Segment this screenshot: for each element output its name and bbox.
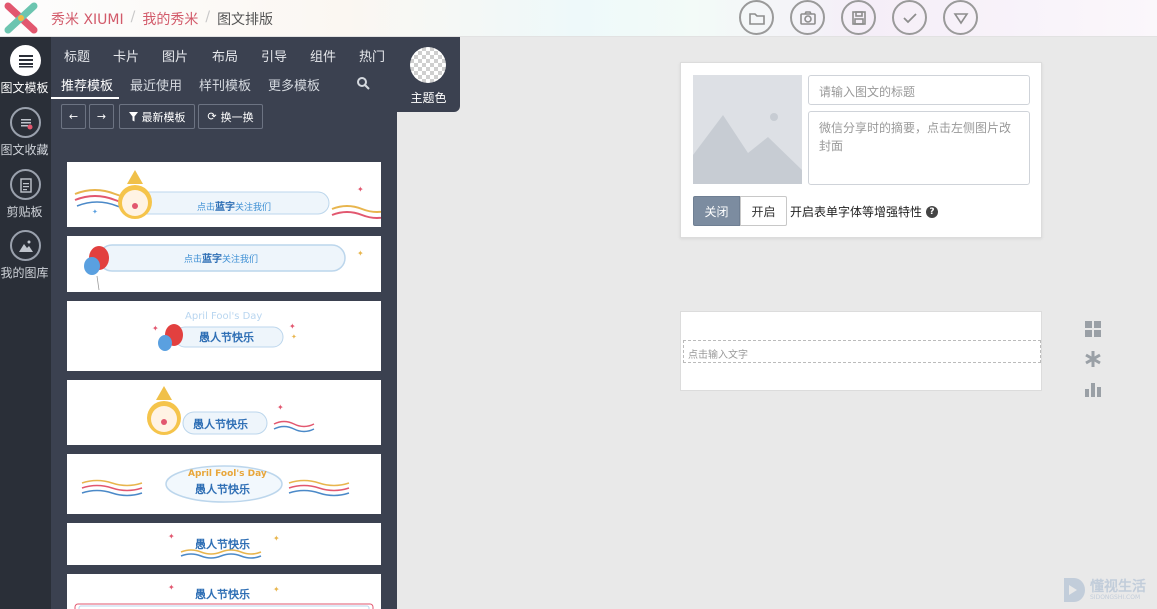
rail-label: 图文模板 (0, 81, 49, 95)
bar-chart-icon[interactable] (1084, 380, 1102, 410)
rail-item-templates[interactable]: 图文模板 (0, 45, 51, 96)
content-editor-card: 点击输入文字 (680, 311, 1042, 391)
summary-input[interactable]: 微信分享时的摘要，点击左侧图片改封面 (808, 111, 1030, 185)
svg-text:✦: ✦ (277, 403, 284, 412)
top-bar: 秀米 XIUMI / 我的秀米 / 图文排版 (0, 0, 1157, 37)
template-card[interactable]: April Fool's Day 愚人节快乐 (67, 454, 381, 514)
grid-icon[interactable] (1084, 320, 1102, 350)
template-card[interactable]: ✦ ✦ ✦ April Fool's Day 愚人节快乐 (67, 301, 381, 371)
tab-layout[interactable]: 布局 (212, 46, 238, 65)
breadcrumb-home[interactable]: 秀米 XIUMI (51, 9, 124, 29)
breadcrumb-my-xiumi[interactable]: 我的秀米 (142, 9, 198, 29)
svg-text:✦: ✦ (273, 585, 280, 594)
sub-tabs: 推荐模板 最近使用 样刊模板 更多模板 (51, 75, 397, 99)
watermark-logo-icon (1064, 578, 1085, 602)
article-meta-card: 请输入图文的标题 微信分享时的摘要，点击左侧图片改封面 关闭 开启 开启表单字体… (680, 62, 1042, 238)
svg-text:✦: ✦ (92, 208, 98, 216)
tab-title[interactable]: 标题 (64, 46, 90, 65)
asterisk-icon[interactable] (1084, 350, 1102, 380)
template-list: ✦ ✦ 点击蓝字关注我们 ✦ 点击蓝字关注我们 ✦ ✦ ✦ April Fool… (67, 162, 381, 609)
svg-text:✦: ✦ (357, 185, 364, 194)
refresh-icon: ⟳ (207, 110, 217, 123)
svg-text:✦: ✦ (273, 534, 280, 543)
breadcrumb: 秀米 XIUMI / 我的秀米 / 图文排版 (51, 9, 274, 29)
svg-text:✦: ✦ (289, 322, 296, 331)
dropdown-icon[interactable] (943, 0, 978, 35)
left-rail: 图文模板 图文收藏 剪贴板 我的图库 (0, 37, 51, 609)
swap-button[interactable]: ⟳ 换一换 (198, 104, 263, 129)
camera-icon[interactable] (790, 0, 825, 35)
transparent-swatch-icon (410, 47, 446, 83)
tab-recommended[interactable]: 推荐模板 (61, 75, 113, 94)
rail-label: 剪贴板 (6, 205, 43, 219)
template-panel: 标题 卡片 图片 布局 引导 组件 热门 推荐模板 最近使用 样刊模板 更多模板… (51, 37, 397, 609)
latest-templates-button[interactable]: 最新模板 (119, 104, 195, 129)
rail-item-gallery[interactable]: 我的图库 (0, 230, 51, 281)
rail-label: 图文收藏 (0, 143, 49, 157)
search-icon[interactable] (356, 76, 370, 93)
svg-text:✦: ✦ (291, 333, 297, 341)
template-card[interactable]: ✦ ✦ 点击蓝字关注我们 (67, 162, 381, 227)
theme-label: 主题色 (410, 91, 447, 105)
watermark: 懂视生活 SIDONGSHI.COM (1062, 576, 1146, 604)
folder-icon[interactable] (739, 0, 774, 35)
tab-guide[interactable]: 引导 (261, 46, 287, 65)
enhanced-feature-label: 开启表单字体等增强特性 ? (790, 203, 939, 220)
save-icon[interactable] (841, 0, 876, 35)
prev-button[interactable]: ← (61, 104, 86, 129)
tab-component[interactable]: 组件 (310, 46, 336, 65)
toggle-on-button[interactable]: 开启 (740, 196, 787, 226)
help-icon[interactable]: ? (926, 205, 939, 218)
text-input-area[interactable]: 点击输入文字 (683, 340, 1041, 363)
tab-image[interactable]: 图片 (162, 46, 188, 65)
rail-item-clipboard[interactable]: 剪贴板 (0, 169, 51, 220)
toggle-off-button[interactable]: 关闭 (693, 196, 740, 226)
template-card[interactable]: ✦ 愚人节快乐 (67, 380, 381, 445)
template-card[interactable]: ✦ 点击蓝字关注我们 (67, 236, 381, 292)
favorite-icon (10, 107, 41, 138)
clipboard-icon (10, 169, 41, 200)
xiumi-logo[interactable] (4, 2, 38, 34)
rail-item-favorites[interactable]: 图文收藏 (0, 107, 51, 158)
tab-more[interactable]: 更多模板 (268, 75, 320, 94)
svg-text:✦: ✦ (168, 583, 175, 592)
arrow-left-icon: ← (68, 110, 79, 123)
tab-card[interactable]: 卡片 (113, 46, 139, 65)
tab-hot[interactable]: 热门 (359, 46, 385, 65)
svg-text:✦: ✦ (357, 249, 364, 258)
svg-text:✦: ✦ (152, 324, 159, 333)
tab-recent[interactable]: 最近使用 (130, 75, 182, 94)
theme-color-button[interactable]: 主题色 (397, 37, 460, 112)
title-input[interactable]: 请输入图文的标题 (808, 75, 1030, 105)
filter-icon (128, 111, 138, 121)
arrow-right-icon: → (96, 110, 107, 123)
tab-sample[interactable]: 样刊模板 (199, 75, 251, 94)
active-tab-indicator (51, 97, 119, 99)
template-card[interactable]: ✦ ✦ 愚人节快乐 (67, 523, 381, 565)
rail-label: 我的图库 (0, 266, 49, 280)
side-toolbar (1084, 320, 1102, 410)
list-icon (10, 45, 41, 76)
next-button[interactable]: → (89, 104, 114, 129)
cover-image-placeholder[interactable] (693, 75, 802, 184)
image-icon (10, 230, 41, 261)
breadcrumb-current: 图文排版 (217, 12, 274, 28)
check-icon[interactable] (892, 0, 927, 35)
template-card[interactable]: ✦ ✦ 愚人节快乐 (67, 574, 381, 609)
svg-text:✦: ✦ (168, 532, 175, 541)
